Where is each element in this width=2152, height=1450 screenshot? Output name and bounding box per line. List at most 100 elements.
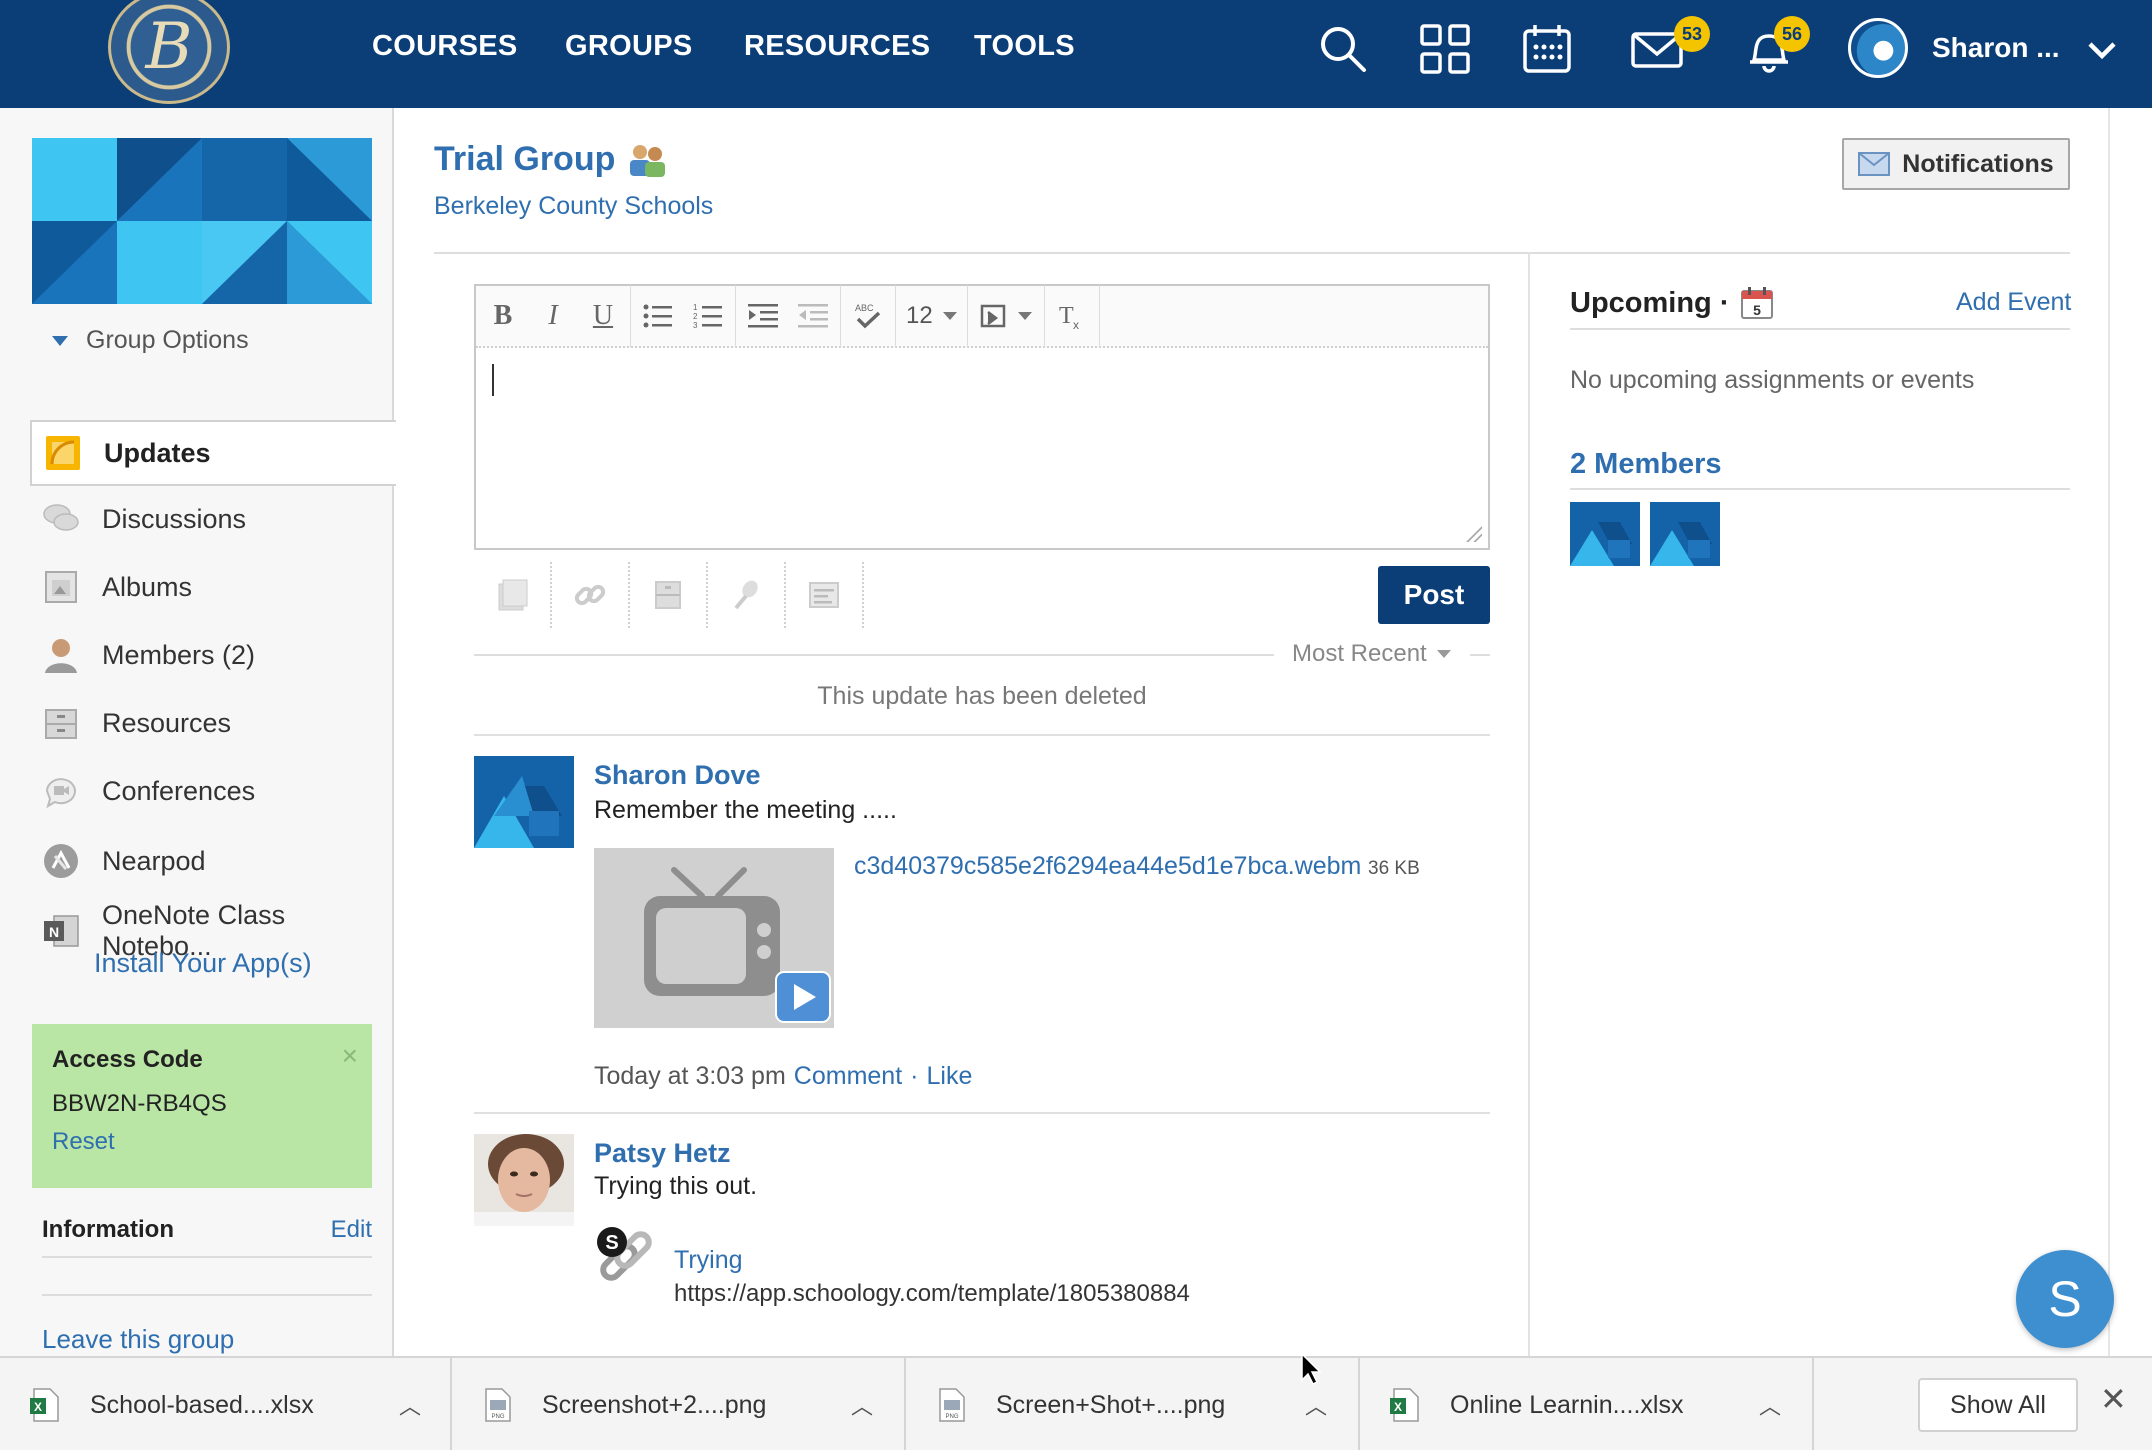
nav-tools[interactable]: TOOLS bbox=[974, 30, 1075, 63]
close-icon[interactable]: × bbox=[342, 1040, 358, 1072]
download-file-name: Screenshot+2....png bbox=[542, 1390, 767, 1419]
italic-button[interactable]: I bbox=[536, 299, 570, 333]
page-title: Trial Group bbox=[434, 140, 667, 179]
font-size-dropdown[interactable]: 12 bbox=[906, 302, 957, 330]
apps-grid-icon[interactable] bbox=[1418, 22, 1472, 76]
notifications-button-label: Notifications bbox=[1902, 149, 2054, 178]
nav-resources[interactable]: RESOURCES bbox=[744, 30, 930, 63]
show-all-downloads-button[interactable]: Show All bbox=[1918, 1378, 2078, 1432]
sort-dropdown[interactable]: Most Recent bbox=[1292, 640, 1451, 668]
member-avatar[interactable] bbox=[1570, 502, 1640, 566]
access-code-value: BBW2N-RB4QS bbox=[52, 1090, 227, 1117]
shared-link-title[interactable]: Trying bbox=[674, 1246, 743, 1275]
chat-button[interactable]: S bbox=[2016, 1250, 2114, 1348]
record-audio-icon[interactable] bbox=[708, 562, 786, 628]
discussions-icon bbox=[42, 500, 80, 538]
group-school-link[interactable]: Berkeley County Schools bbox=[434, 192, 713, 221]
sidebar-item-albums[interactable]: Albums bbox=[30, 554, 394, 620]
close-icon[interactable]: ✕ bbox=[2100, 1380, 2127, 1418]
svg-text:X: X bbox=[1394, 1400, 1402, 1414]
divider bbox=[42, 1294, 372, 1296]
embed-icon[interactable] bbox=[786, 562, 864, 628]
sidebar-item-updates[interactable]: Updates bbox=[30, 420, 396, 486]
information-edit-link[interactable]: Edit bbox=[331, 1216, 372, 1256]
download-file-name: Online Learnin....xlsx bbox=[1450, 1390, 1684, 1419]
insert-icon bbox=[980, 304, 1005, 328]
outdent-icon[interactable] bbox=[796, 299, 830, 333]
column-divider bbox=[1528, 252, 1530, 1356]
sidebar-item-nearpod[interactable]: Nearpod bbox=[30, 828, 394, 894]
chevron-up-icon[interactable]: ︿ bbox=[1750, 1389, 1790, 1421]
bulleted-list-icon[interactable] bbox=[641, 299, 675, 333]
like-link[interactable]: Like bbox=[927, 1062, 973, 1091]
clear-formatting-icon[interactable]: Tx bbox=[1055, 299, 1089, 333]
access-code-reset-link[interactable]: Reset bbox=[52, 1128, 115, 1156]
caret-down-icon bbox=[1436, 650, 1451, 658]
separator: · bbox=[910, 1062, 919, 1090]
sidebar-item-label: Discussions bbox=[102, 503, 247, 534]
messages-badge: 53 bbox=[1674, 16, 1710, 52]
conferences-icon bbox=[42, 772, 80, 810]
user-name[interactable]: Sharon ... bbox=[1932, 32, 2060, 64]
nearpod-icon bbox=[42, 842, 80, 880]
sidebar-item-discussions[interactable]: Discussions bbox=[30, 486, 394, 552]
sidebar-item-conferences[interactable]: Conferences bbox=[30, 758, 394, 824]
sidebar-item-resources[interactable]: Resources bbox=[30, 690, 394, 756]
chevron-up-icon[interactable]: ︿ bbox=[390, 1389, 430, 1421]
editor-text-area[interactable] bbox=[476, 348, 1488, 548]
nav-groups[interactable]: GROUPS bbox=[565, 30, 693, 63]
png-file-icon: PNG bbox=[485, 1388, 511, 1422]
avatar[interactable] bbox=[474, 1134, 574, 1226]
post-author-link[interactable]: Patsy Hetz bbox=[594, 1138, 731, 1169]
attach-link-icon[interactable] bbox=[552, 562, 630, 628]
post-author-link[interactable]: Sharon Dove bbox=[594, 760, 761, 791]
attach-resource-icon[interactable] bbox=[630, 562, 708, 628]
editor-toolbar: B I U 123 ABC 12 T x bbox=[476, 285, 1488, 348]
numbered-list-icon[interactable]: 123 bbox=[691, 299, 725, 333]
download-item[interactable]: PNG Screen+Shot+....png ︿ bbox=[906, 1358, 1360, 1450]
video-thumbnail[interactable] bbox=[594, 848, 834, 1028]
caret-down-icon bbox=[1017, 312, 1032, 320]
member-avatar[interactable] bbox=[1650, 502, 1720, 566]
leave-group-link[interactable]: Leave this group bbox=[42, 1324, 234, 1355]
insert-content-dropdown[interactable] bbox=[978, 299, 1034, 333]
spellcheck-icon[interactable]: ABC bbox=[851, 299, 885, 333]
post-text: Trying this out. bbox=[594, 1172, 758, 1200]
chevron-up-icon[interactable]: ︿ bbox=[842, 1389, 882, 1421]
group-options-toggle[interactable]: Group Options bbox=[52, 326, 249, 355]
group-people-icon bbox=[630, 144, 666, 177]
attach-file-icon[interactable] bbox=[474, 562, 552, 628]
nav-courses[interactable]: COURSES bbox=[372, 30, 518, 63]
school-logo[interactable]: B bbox=[108, 0, 230, 104]
chevron-down-icon[interactable] bbox=[2082, 30, 2122, 70]
calendar-icon[interactable] bbox=[1520, 22, 1574, 76]
chevron-up-icon[interactable]: ︿ bbox=[1296, 1389, 1336, 1421]
members-section-link[interactable]: 2 Members bbox=[1570, 448, 1722, 481]
svg-text:T: T bbox=[1059, 303, 1074, 329]
calendar-icon[interactable]: 5 bbox=[1740, 286, 1774, 320]
avatar[interactable] bbox=[474, 756, 574, 848]
information-section: Information Edit bbox=[42, 1216, 372, 1258]
install-apps-link[interactable]: Install Your App(s) bbox=[94, 948, 312, 979]
download-item[interactable]: PNG Screenshot+2....png ︿ bbox=[452, 1358, 906, 1450]
add-event-link[interactable]: Add Event bbox=[1956, 288, 2071, 317]
downloads-bar: X School-based....xlsx ︿ PNG Screenshot+… bbox=[0, 1356, 2152, 1450]
indent-icon[interactable] bbox=[746, 299, 780, 333]
download-item[interactable]: X School-based....xlsx ︿ bbox=[0, 1358, 452, 1450]
comment-link[interactable]: Comment bbox=[794, 1062, 902, 1091]
text-cursor bbox=[492, 364, 494, 396]
post-button[interactable]: Post bbox=[1378, 566, 1490, 624]
attachment-file-link[interactable]: c3d40379c585e2f6294ea44e5d1e7bca.webm bbox=[854, 852, 1361, 881]
albums-icon bbox=[42, 568, 80, 606]
resize-handle[interactable] bbox=[1464, 524, 1482, 542]
search-icon[interactable] bbox=[1316, 22, 1370, 76]
bold-button[interactable]: B bbox=[486, 299, 520, 333]
download-item[interactable]: X Online Learnin....xlsx ︿ bbox=[1360, 1358, 1814, 1450]
underline-button[interactable]: U bbox=[586, 299, 620, 333]
avatar[interactable] bbox=[1848, 18, 1908, 78]
divider bbox=[434, 252, 2070, 254]
shared-link-url: https://app.schoology.com/template/18053… bbox=[674, 1280, 1190, 1307]
notifications-button[interactable]: Notifications bbox=[1842, 138, 2070, 190]
access-code-title: Access Code bbox=[52, 1046, 203, 1073]
sidebar-item-members[interactable]: Members (2) bbox=[30, 622, 394, 688]
